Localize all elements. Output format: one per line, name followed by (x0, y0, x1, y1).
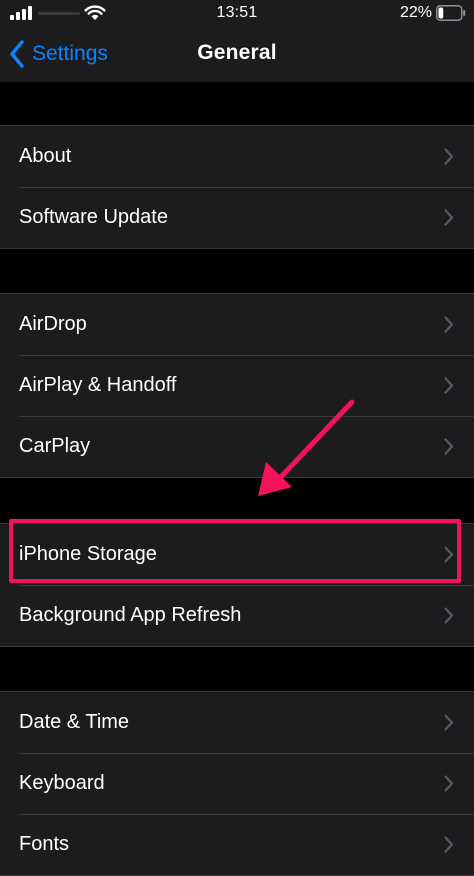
settings-row-label: iPhone Storage (19, 543, 157, 565)
chevron-right-icon (444, 607, 454, 624)
chevron-right-icon (444, 775, 454, 792)
navigation-bar: Settings General (0, 28, 474, 82)
page-title: General (197, 41, 277, 64)
chevron-right-icon (444, 209, 454, 226)
settings-row-label: AirPlay & Handoff (19, 374, 177, 396)
settings-row-about[interactable]: About (0, 126, 474, 187)
settings-row-label: AirDrop (19, 313, 87, 335)
settings-row-label: About (19, 145, 72, 167)
settings-row-label: Date & Time (19, 711, 130, 733)
settings-row-airplay-handoff[interactable]: AirPlay & Handoff (0, 355, 474, 416)
settings-row-label: Keyboard (19, 772, 105, 794)
chevron-right-icon (444, 836, 454, 853)
settings-row-background-app-refresh[interactable]: Background App Refresh (0, 585, 474, 646)
chevron-right-icon (444, 316, 454, 333)
settings-row-fonts[interactable]: Fonts (0, 814, 474, 875)
settings-row-iphone-storage[interactable]: iPhone Storage (0, 524, 474, 585)
settings-group-connectivity: AirDrop AirPlay & Handoff CarPlay (0, 293, 474, 478)
settings-group-about: About Software Update (0, 125, 474, 249)
settings-row-label: Fonts (19, 833, 70, 855)
settings-row-carplay[interactable]: CarPlay (0, 416, 474, 477)
settings-row-keyboard[interactable]: Keyboard (0, 753, 474, 814)
settings-row-airdrop[interactable]: AirDrop (0, 294, 474, 355)
settings-row-label: Background App Refresh (19, 604, 242, 626)
chevron-right-icon (444, 148, 454, 165)
chevron-right-icon (444, 377, 454, 394)
chevron-right-icon (444, 546, 454, 563)
settings-row-label: CarPlay (19, 435, 91, 457)
settings-row-software-update[interactable]: Software Update (0, 187, 474, 248)
battery-icon (436, 5, 466, 21)
chevron-right-icon (444, 438, 454, 455)
status-bar: 13:51 22% (0, 0, 474, 28)
settings-row-label: Software Update (19, 206, 168, 228)
settings-group-locale: Date & Time Keyboard Fonts (0, 691, 474, 876)
settings-row-date-time[interactable]: Date & Time (0, 692, 474, 753)
chevron-right-icon (444, 714, 454, 731)
settings-group-storage: iPhone Storage Background App Refresh (0, 523, 474, 647)
battery-percent: 22% (399, 4, 432, 21)
